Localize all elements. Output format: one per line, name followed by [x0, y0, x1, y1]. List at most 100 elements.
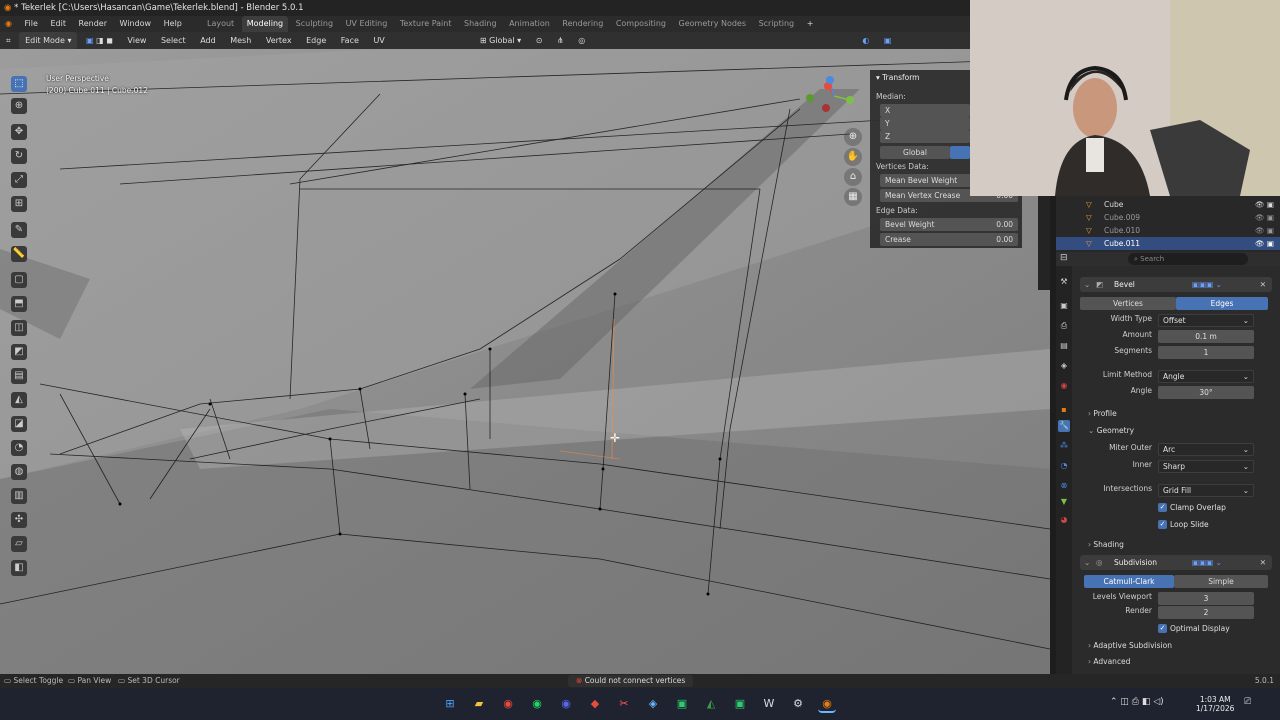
- tab-geometry-nodes[interactable]: Geometry Nodes: [674, 16, 751, 32]
- close-icon[interactable]: ✕: [1260, 277, 1266, 292]
- menu-render[interactable]: Render: [74, 16, 112, 32]
- add-cube-tool-icon[interactable]: ▢: [11, 272, 27, 288]
- render-tab-icon[interactable]: ▣: [1058, 300, 1070, 312]
- amount-field[interactable]: 0.1 m: [1158, 330, 1254, 343]
- xbox-icon[interactable]: ▣: [673, 695, 691, 713]
- capcut-icon[interactable]: ✂: [615, 695, 633, 713]
- render-levels-field[interactable]: 2: [1158, 606, 1254, 619]
- shrink-tool-icon[interactable]: ✣: [11, 512, 27, 528]
- median-z-field[interactable]: Z: [880, 130, 970, 143]
- clock[interactable]: 1:03 AM 1/17/2026: [1196, 695, 1234, 713]
- tab-shading[interactable]: Shading: [459, 16, 502, 32]
- outliner-item[interactable]: ▽ Cube.010 👁 ▣: [1056, 224, 1280, 237]
- menu-file[interactable]: File: [20, 16, 43, 32]
- measure-tool-icon[interactable]: 📏: [11, 246, 27, 262]
- spin-tool-icon[interactable]: ◔: [11, 440, 27, 456]
- simple-button[interactable]: Simple: [1174, 575, 1268, 588]
- add-workspace-icon[interactable]: +: [802, 16, 819, 32]
- modifier-toggle-icons[interactable]: ▣▣▣ ⌄: [1192, 277, 1222, 292]
- app-icon[interactable]: ◭: [702, 695, 720, 713]
- tab-texture-paint[interactable]: Texture Paint: [395, 16, 457, 32]
- snap-icon[interactable]: ⋔: [551, 32, 570, 49]
- bevel-name[interactable]: Bevel: [1114, 277, 1135, 292]
- axis-gizmo-icon[interactable]: [806, 72, 864, 122]
- windows-start-icon[interactable]: ⊞: [441, 695, 459, 713]
- global-toggle[interactable]: Global: [880, 146, 950, 159]
- particles-tab-icon[interactable]: ⁂: [1058, 440, 1070, 452]
- menu-help[interactable]: Help: [159, 16, 187, 32]
- shading-subpanel[interactable]: › Shading: [1088, 538, 1124, 551]
- modifiers-tab-icon[interactable]: 🔧: [1058, 420, 1070, 432]
- knife-tool-icon[interactable]: ◭: [11, 392, 27, 408]
- visibility-icon[interactable]: 👁 ▣: [1255, 224, 1274, 237]
- select-mode-icons[interactable]: ▣ ◨ ◼: [80, 32, 119, 49]
- subdivision-modifier-header[interactable]: ⌄ ◎ Subdivision ▣▣▣ ⌄ ✕: [1080, 555, 1272, 570]
- clamp-overlap-checkbox[interactable]: Clamp Overlap: [1158, 501, 1226, 514]
- tab-scripting[interactable]: Scripting: [754, 16, 800, 32]
- physics-tab-icon[interactable]: ◔: [1058, 460, 1070, 472]
- rip-tool-icon[interactable]: ◧: [11, 560, 27, 576]
- loop-cut-tool-icon[interactable]: ▤: [11, 368, 27, 384]
- limit-method-dropdown[interactable]: Angle ⌄: [1158, 370, 1254, 383]
- header-menu-add[interactable]: Add: [194, 32, 222, 49]
- segments-field[interactable]: 1: [1158, 346, 1254, 359]
- editor-type-icon[interactable]: ⌗: [0, 32, 17, 49]
- advanced-subpanel[interactable]: › Advanced: [1088, 655, 1130, 668]
- tray-icons[interactable]: ⌃ ◫ ⎙ ◧ ◁): [1110, 697, 1164, 707]
- tab-modeling[interactable]: Modeling: [241, 16, 289, 32]
- object-tab-icon[interactable]: ▪: [1058, 404, 1070, 416]
- collapse-icon[interactable]: ⌄: [1084, 277, 1090, 292]
- width-type-dropdown[interactable]: Offset ⌄: [1158, 314, 1254, 327]
- camera-icon[interactable]: ⌂: [844, 168, 862, 186]
- app-icon[interactable]: ⚙: [789, 695, 807, 713]
- discord-icon[interactable]: ◉: [557, 695, 575, 713]
- blender-menu-icon[interactable]: ◉: [0, 16, 17, 32]
- menu-edit[interactable]: Edit: [45, 16, 71, 32]
- sidebar-tabs[interactable]: [1038, 190, 1050, 290]
- edge-slide-tool-icon[interactable]: ▥: [11, 488, 27, 504]
- intersections-dropdown[interactable]: Grid Fill ⌄: [1158, 484, 1254, 497]
- adaptive-subdivision-subpanel[interactable]: › Adaptive Subdivision: [1088, 639, 1172, 652]
- header-menu-vertex[interactable]: Vertex: [260, 32, 298, 49]
- tab-rendering[interactable]: Rendering: [557, 16, 608, 32]
- smooth-tool-icon[interactable]: ◍: [11, 464, 27, 480]
- angle-field[interactable]: 30°: [1158, 386, 1254, 399]
- geometry-subpanel[interactable]: ⌄ Geometry: [1088, 424, 1134, 437]
- material-tab-icon[interactable]: ◕: [1058, 514, 1070, 526]
- spotify-icon[interactable]: ◉: [528, 695, 546, 713]
- poly-build-tool-icon[interactable]: ◪: [11, 416, 27, 432]
- catmull-clark-button[interactable]: Catmull-Clark: [1084, 575, 1174, 588]
- optimal-display-checkbox[interactable]: Optimal Display: [1158, 622, 1230, 635]
- data-tab-icon[interactable]: ▼: [1058, 496, 1070, 508]
- scale-tool-icon[interactable]: ⤢: [11, 172, 27, 188]
- view-layer-tab-icon[interactable]: ▤: [1058, 340, 1070, 352]
- overlays-icon[interactable]: ◐: [856, 32, 875, 49]
- tab-animation[interactable]: Animation: [504, 16, 555, 32]
- move-tool-icon[interactable]: ✥: [11, 124, 27, 140]
- header-menu-select[interactable]: Select: [155, 32, 192, 49]
- pivot-icon[interactable]: ⊙: [530, 32, 549, 49]
- outliner-item-selected[interactable]: ▽ Cube.011 👁 ▣: [1056, 237, 1280, 250]
- header-menu-mesh[interactable]: Mesh: [224, 32, 257, 49]
- bevel-tool-icon[interactable]: ◩: [11, 344, 27, 360]
- rotate-tool-icon[interactable]: ↻: [11, 148, 27, 164]
- orientation-dropdown[interactable]: ⊞ Global ▾: [474, 32, 527, 49]
- modifier-toggle-icons[interactable]: ▣▣▣ ⌄: [1192, 555, 1222, 570]
- blender-taskbar-icon[interactable]: ◉: [818, 695, 836, 713]
- local-toggle[interactable]: [950, 146, 970, 159]
- visibility-icon[interactable]: 👁 ▣: [1255, 237, 1274, 250]
- header-menu-edge[interactable]: Edge: [300, 32, 332, 49]
- bevel-weight-field[interactable]: Bevel Weight 0.00: [880, 218, 1018, 231]
- header-menu-view[interactable]: View: [121, 32, 152, 49]
- crease-field[interactable]: Crease 0.00: [880, 233, 1018, 246]
- editor-type-icon[interactable]: ⊟: [1060, 253, 1068, 263]
- tab-uv-editing[interactable]: UV Editing: [341, 16, 393, 32]
- steam-icon[interactable]: ◈: [644, 695, 662, 713]
- cursor-tool-icon[interactable]: ⊕: [11, 98, 27, 114]
- chrome-icon[interactable]: ◉: [499, 695, 517, 713]
- collapse-icon[interactable]: ⌄: [1084, 555, 1090, 570]
- tool-tab-icon[interactable]: ⚒: [1058, 276, 1070, 288]
- miter-outer-dropdown[interactable]: Arc ⌄: [1158, 443, 1254, 456]
- pan-icon[interactable]: ✋: [844, 148, 862, 166]
- mode-selector[interactable]: Edit Mode ▾: [19, 32, 78, 49]
